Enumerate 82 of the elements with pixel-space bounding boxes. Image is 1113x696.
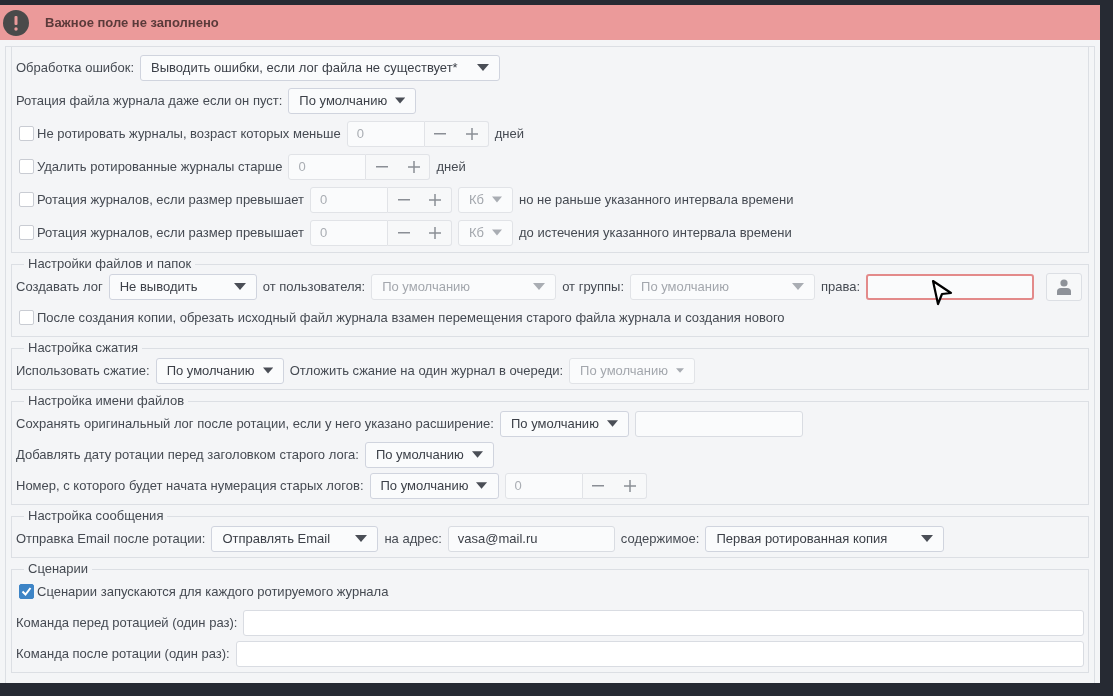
input-field[interactable]: vasa@mail.ru	[447, 525, 615, 552]
warning-icon	[3, 9, 29, 36]
dropdown[interactable]: Выводить ошибки, если лог файла не существует*	[140, 54, 501, 81]
minus-icon[interactable]	[434, 132, 447, 135]
minus-icon[interactable]	[397, 198, 410, 201]
section-title: Настройка сжатия	[27, 341, 140, 355]
plus-icon[interactable]	[407, 160, 420, 173]
checkbox[interactable]	[19, 584, 34, 599]
field-label: Номер, с которого будет начата нумерация старых логов:	[16, 478, 364, 493]
field-label: но не раньше указанного интервала времени	[519, 192, 794, 207]
plus-icon[interactable]	[429, 193, 442, 206]
caret-icon	[233, 283, 246, 290]
checkbox[interactable]	[19, 310, 34, 325]
checkbox[interactable]	[19, 192, 34, 207]
section-title: Сценарии	[27, 562, 90, 576]
dropdown[interactable]: Отправлять Email	[211, 525, 379, 552]
field-label: Отложить сжание на один журнал в очереди:	[289, 363, 564, 378]
caret-icon	[471, 451, 483, 458]
dropdown[interactable]: По умолчанию	[369, 472, 499, 499]
minus-icon[interactable]	[376, 165, 389, 168]
stepper-buttons[interactable]	[366, 153, 431, 180]
section-title: Настройки файлов и папок	[27, 257, 193, 271]
field-label: Сохранять оригинальный лог после ротации, если у него указано расширение:	[16, 416, 494, 431]
dropdown[interactable]: По умолчанию	[288, 87, 417, 114]
field-label: Создавать лог	[16, 279, 103, 294]
checkbox[interactable]	[19, 159, 34, 174]
checkbox[interactable]	[19, 126, 34, 141]
section-title: Настройка сообщения	[27, 509, 165, 523]
caret-icon	[533, 283, 546, 290]
plus-icon[interactable]	[429, 226, 442, 239]
field-label: от пользователя:	[262, 279, 366, 294]
field-label: дней	[494, 126, 524, 141]
checkbox-label[interactable]: После создания копии, обрезать исходный файл журнала взамен перемещения старого файла журнала и создания нового	[37, 310, 785, 325]
checkbox[interactable]	[19, 225, 34, 240]
plus-icon[interactable]	[466, 127, 478, 140]
field-label: дней	[436, 159, 466, 174]
error-message: Важное поле не заполнено	[45, 15, 219, 30]
dropdown[interactable]: По умолчанию	[155, 357, 284, 384]
caret-icon	[395, 97, 406, 104]
stepper-buttons[interactable]	[388, 219, 452, 246]
field-label: Добавлять дату ротации перед заголовком старого лога:	[16, 447, 359, 462]
checkbox-label[interactable]: Ротация журналов, если размер превышает	[37, 192, 304, 207]
dropdown[interactable]: По умолчанию	[364, 441, 494, 468]
caret-icon	[476, 482, 488, 489]
minus-icon[interactable]	[592, 484, 605, 487]
field-label: содержимое:	[620, 531, 700, 546]
dropdown[interactable]: Первая ротированная копия	[705, 525, 945, 552]
field-label: на адрес:	[384, 531, 442, 546]
plus-icon[interactable]	[623, 479, 636, 492]
field-label: до истечения указанного интервала времени	[519, 225, 792, 240]
field-label: Ротация файла журнала даже если он пуст:	[16, 93, 283, 108]
field-label: Обработка ошибок:	[16, 60, 135, 75]
stepper-buttons[interactable]	[582, 472, 647, 499]
caret-icon	[792, 283, 805, 290]
checkbox-label[interactable]: Ротация журналов, если размер превышает	[37, 225, 304, 240]
caret-icon	[606, 420, 618, 427]
caret-icon	[262, 367, 273, 374]
stepper-buttons[interactable]	[388, 186, 452, 213]
field-label: Команда перед ротацией (один раз):	[16, 615, 238, 630]
caret-icon	[355, 535, 368, 542]
input-field[interactable]	[866, 273, 1035, 300]
caret-icon	[921, 535, 934, 542]
minus-icon[interactable]	[397, 231, 410, 234]
field-label: Использовать сжатие:	[16, 363, 150, 378]
checkbox-label[interactable]: Сценарии запускаются для каждого ротируемого журнала	[37, 584, 389, 599]
user-button[interactable]	[1046, 272, 1083, 301]
checkbox-label[interactable]: Удалить ротированные журналы старше	[37, 159, 283, 174]
caret-icon	[492, 196, 502, 203]
person-icon	[1057, 278, 1072, 295]
dropdown[interactable]: По умолчанию	[499, 410, 629, 437]
caret-icon	[676, 367, 685, 374]
checkbox-label[interactable]: Не ротировать журналы, возраст которых меньше	[37, 126, 341, 141]
field-label: от группы:	[562, 279, 625, 294]
stepper-buttons[interactable]	[424, 120, 489, 147]
pointer-icon	[930, 278, 955, 307]
field-label: Команда после ротации (один раз):	[16, 646, 230, 661]
section-title: Настройка имени файлов	[27, 394, 186, 408]
caret-icon	[477, 64, 490, 71]
field-label: Отправка Email после ротации:	[16, 531, 206, 546]
field-label: права:	[821, 279, 861, 294]
dropdown[interactable]: Не выводить	[108, 273, 257, 300]
caret-icon	[492, 229, 502, 236]
